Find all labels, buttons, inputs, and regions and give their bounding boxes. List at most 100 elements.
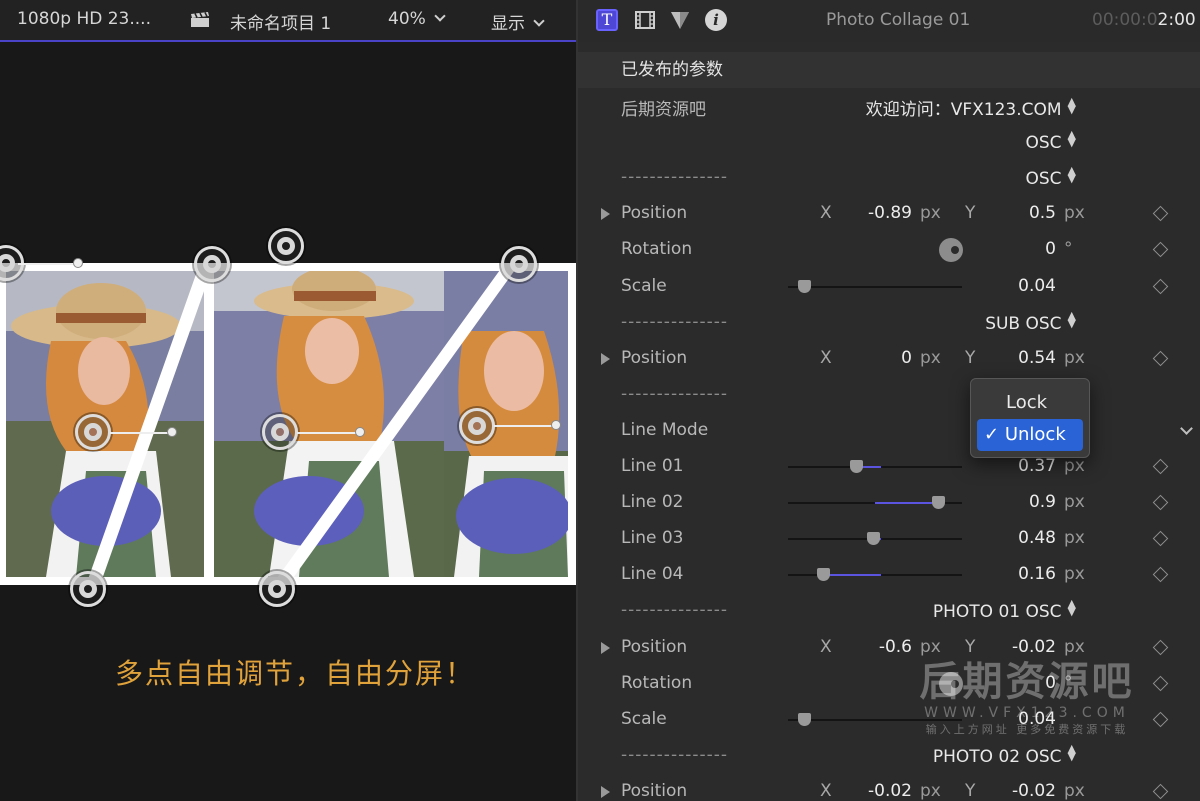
param-row: Position X -0.02 px Y -0.02 px [578,773,1200,801]
line-bottom-handle-1[interactable] [70,571,106,607]
popup-arrows-icon: ▲ ▼ [1067,741,1076,763]
popup-arrows-icon: ▲ ▼ [1067,95,1076,116]
param-popup[interactable]: PHOTO 02 OSC ▲ ▼ [933,741,1076,767]
keyframe-diamond-icon[interactable] [1152,206,1169,222]
param-unit: px [1064,456,1085,476]
y-value[interactable]: -0.02 [996,781,1056,801]
slider-thumb[interactable] [849,460,863,473]
param-value[interactable]: 0.48 [996,528,1056,548]
param-slider[interactable] [788,532,962,546]
y-value[interactable]: -0.02 [996,637,1056,657]
popup-arrows-icon: ▲ ▼ [1067,164,1076,186]
param-value[interactable]: 0.16 [996,564,1056,584]
param-row: --------------- PHOTO 02 OSC ▲ ▼ [578,737,1200,774]
keyframe-diamond-icon[interactable] [1152,278,1169,294]
line-top-handle-2[interactable] [501,246,537,282]
info-icon[interactable]: i [705,9,727,31]
param-slider[interactable] [788,460,962,473]
inspector-toolbar: T i Photo Collage 01 00:00:02:00 [578,0,1200,42]
param-value[interactable]: 0 [996,239,1056,259]
watermark: 后期资源吧 WWW.VFX123.COM 输入上方网址 更多免费资源下载 [912,660,1142,738]
x-value[interactable]: -0.02 [852,781,912,801]
disclosure-triangle-icon[interactable] [601,352,610,365]
keyframe-diamond-icon[interactable] [1152,567,1169,583]
param-popup[interactable]: SUB OSC ▲ ▼ [985,310,1076,334]
param-slider[interactable] [788,568,962,582]
clapper-icon [191,12,209,27]
slider-thumb[interactable] [798,279,812,293]
menu-item-unlock[interactable]: ✓ Unlock [977,419,1083,451]
x-axis-label: X [820,203,832,224]
param-row: Line 01 0.37 px [578,449,1200,485]
format-label[interactable]: 1080p HD 23.... [17,9,151,29]
param-label: Line Mode [621,419,709,440]
line-top-handle-1[interactable] [194,246,230,282]
param-row: Position X -0.89 px Y 0.5 px [578,196,1200,233]
slider-thumb[interactable] [932,496,946,510]
slider-thumb[interactable] [866,532,880,546]
slider-thumb[interactable] [798,712,812,726]
param-row: Line Mode [578,412,1200,449]
photo-2-scale-knob[interactable] [355,427,365,437]
param-slider[interactable] [788,496,962,510]
param-slider[interactable] [788,279,962,293]
param-popup[interactable]: OSC ▲ ▼ [1025,164,1076,189]
y-value[interactable]: 0.54 [996,348,1056,368]
param-unit: px [1064,528,1085,549]
y-value[interactable]: 0.5 [996,203,1056,223]
param-label: 后期资源吧 [621,100,706,120]
param-label: --------------- [621,600,729,621]
zoom-menu[interactable]: 40% [388,9,446,29]
color-inspector-icon[interactable] [669,9,691,31]
param-label: Position [621,780,688,801]
param-popup[interactable]: 欢迎访问：VFX123.COM ▲ ▼ [866,95,1076,120]
keyframe-diamond-icon[interactable] [1152,639,1169,655]
param-label: Scale [621,275,667,296]
disclosure-triangle-icon[interactable] [601,641,610,654]
osc-rotate-handle[interactable] [268,228,304,264]
disclosure-triangle-icon[interactable] [601,785,610,798]
keyframe-diamond-icon[interactable] [1152,530,1169,547]
param-unit: px [1064,564,1085,585]
osc-scale-knob[interactable] [73,258,83,268]
param-row: 后期资源吧 欢迎访问：VFX123.COM ▲ ▼ [578,88,1200,124]
keyframe-diamond-icon[interactable] [1152,783,1169,800]
disclosure-triangle-icon[interactable] [601,208,610,221]
param-popup[interactable]: OSC ▲ ▼ [1025,129,1076,153]
x-value[interactable]: -0.89 [852,203,912,223]
slider-thumb[interactable] [816,568,830,582]
x-axis-label: X [820,780,832,801]
param-label: Rotation [621,239,693,260]
param-row: --------------- [578,376,1200,413]
param-value[interactable]: 0.37 [996,456,1056,476]
param-label: --------------- [621,167,729,188]
text-inspector-icon[interactable]: T [596,9,618,31]
keyframe-diamond-icon[interactable] [1152,494,1169,511]
viewer-panel: 1080p HD 23.... 未命名项目 1 40% 显示 多点自由调节，自由… [0,0,576,801]
display-menu[interactable]: 显示 [491,9,545,34]
menu-item-lock[interactable]: Lock [977,387,1083,419]
param-unit: px [1064,492,1085,513]
keyframe-diamond-icon[interactable] [1152,675,1169,691]
film-inspector-icon[interactable] [634,9,656,31]
photo-3-scale-knob[interactable] [551,420,561,430]
photo-2-osc-handle[interactable] [262,414,298,450]
param-popup[interactable]: PHOTO 01 OSC ▲ ▼ [933,598,1076,622]
photo-1-osc-handle[interactable] [75,414,111,450]
photo-3-osc-handle[interactable] [459,408,495,444]
keyframe-diamond-icon[interactable] [1152,458,1169,475]
photo-1-scale-knob[interactable] [167,427,177,437]
line-bottom-handle-2[interactable] [259,571,295,607]
rotation-dial-icon[interactable] [939,238,963,263]
keyframe-diamond-icon[interactable] [1152,242,1169,258]
x-value[interactable]: -0.6 [852,637,912,657]
x-unit: px [920,347,941,368]
param-value[interactable]: 0.9 [996,492,1056,512]
keyframe-diamond-icon[interactable] [1152,350,1169,366]
param-value[interactable]: 0.04 [996,276,1056,296]
param-label: Line 02 [621,492,684,513]
x-value[interactable]: 0 [852,348,912,368]
osc-stem [297,432,359,434]
keyframe-diamond-icon[interactable] [1152,711,1169,727]
watermark-url: WWW.VFX123.COM [924,705,1130,721]
